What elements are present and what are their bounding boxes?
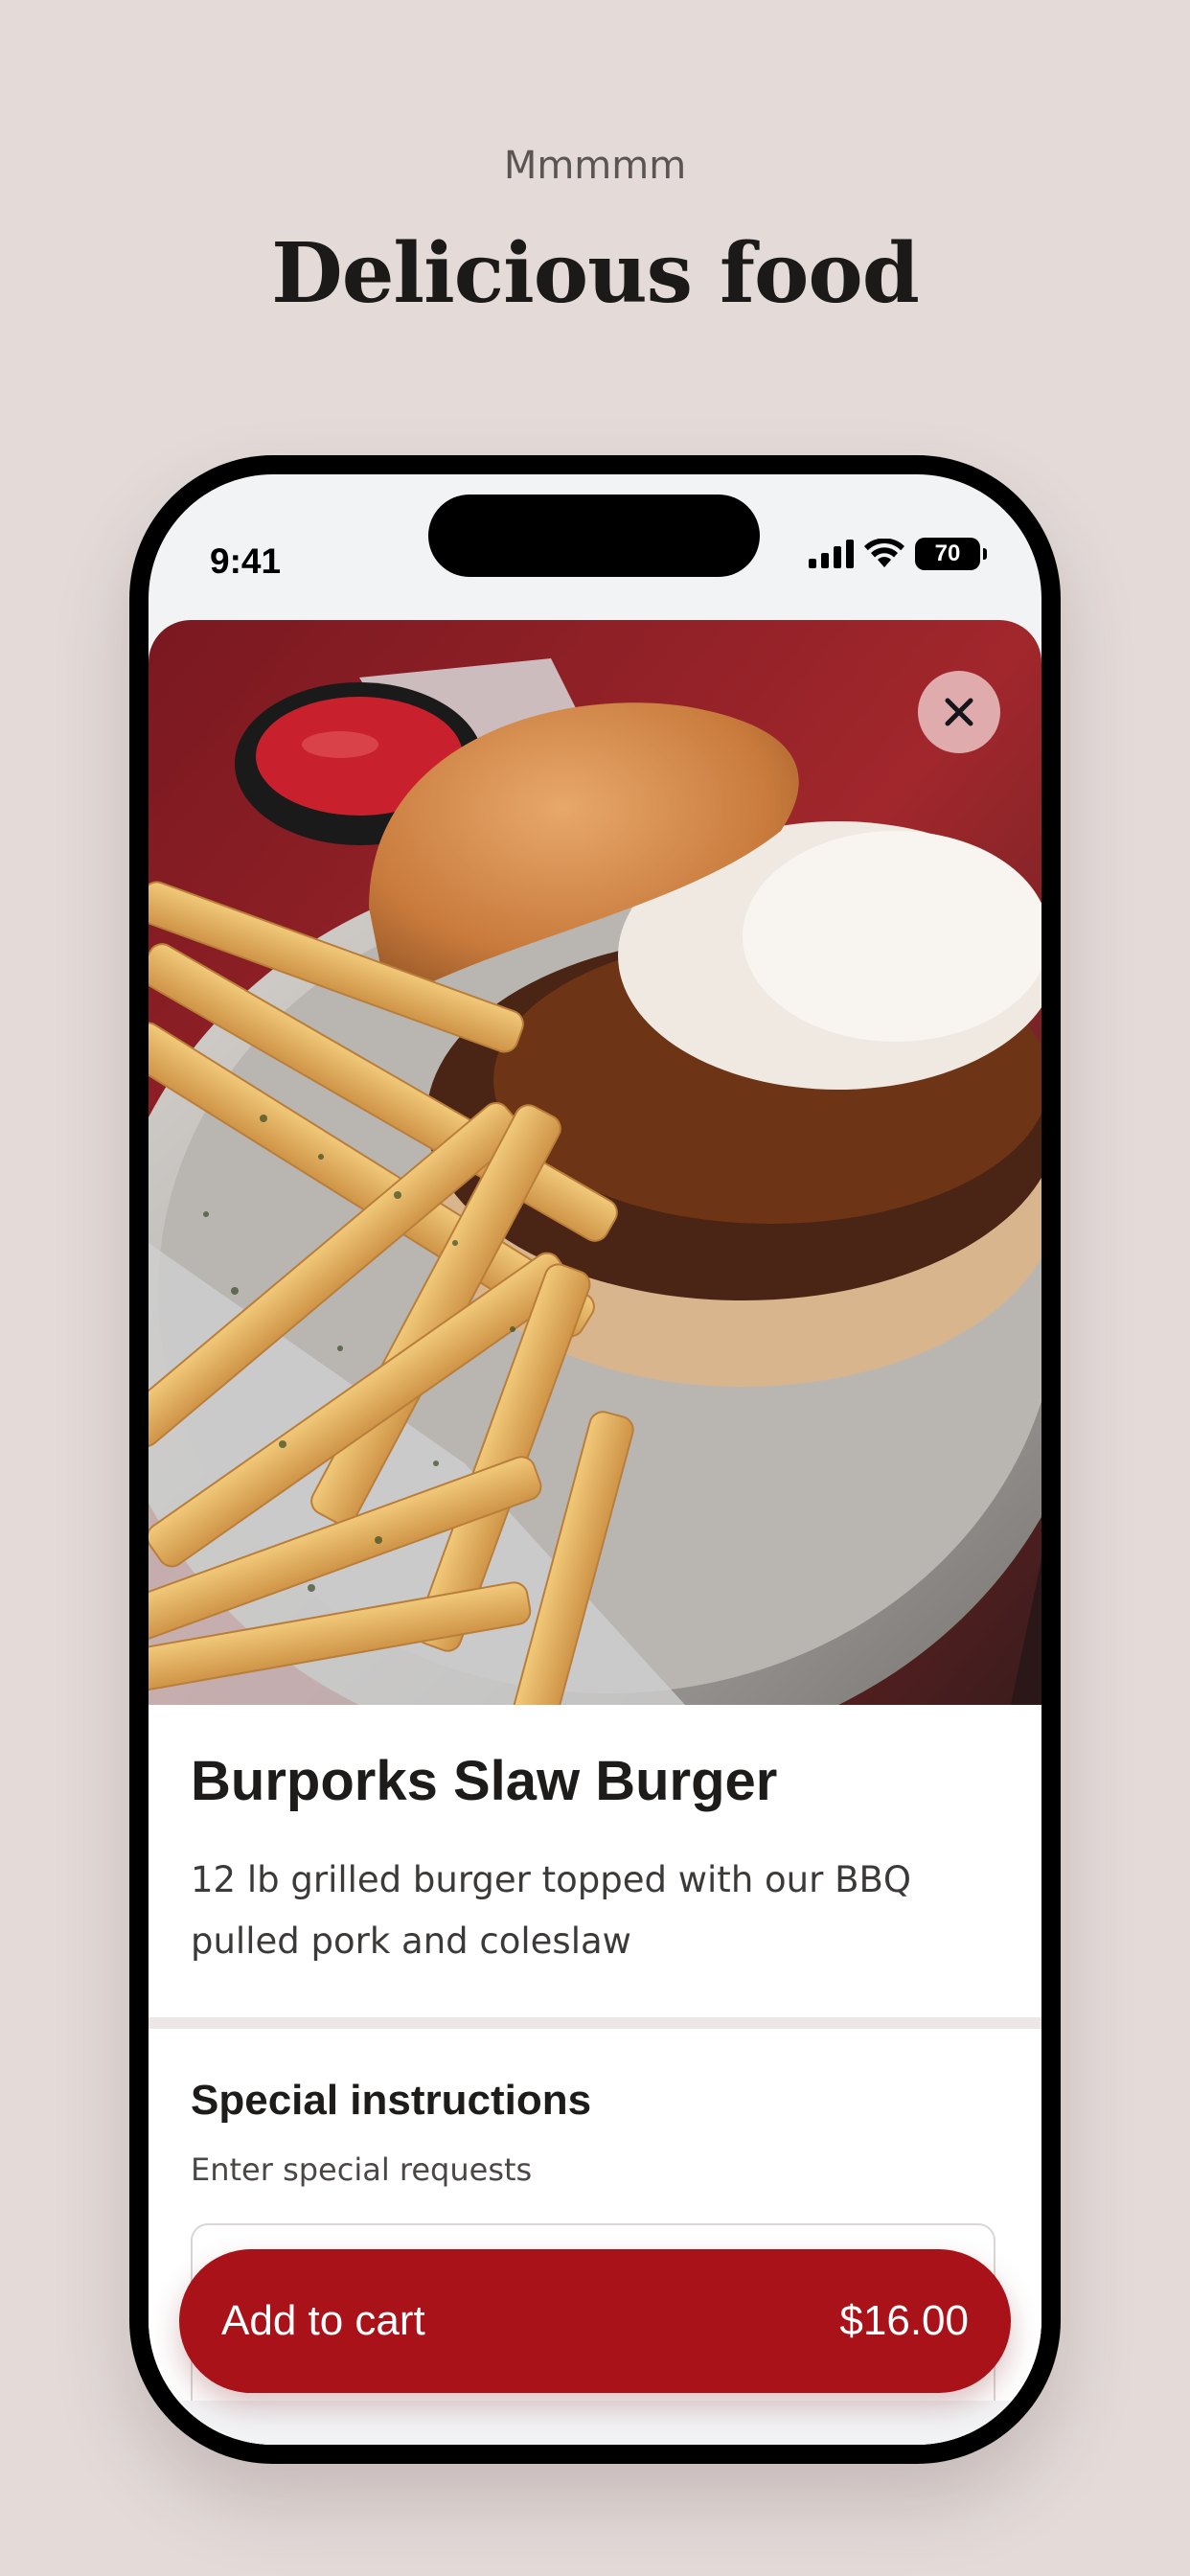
item-description: 12 lb grilled burger topped with our BBQ… [191, 1859, 911, 1962]
wifi-icon [864, 539, 904, 567]
special-instructions-subtitle: Enter special requests [191, 2151, 533, 2188]
marketing-headline: Delicious food [271, 225, 920, 322]
status-time: 9:41 [210, 541, 282, 581]
add-to-cart-label: Add to cart [221, 2297, 425, 2344]
close-icon [945, 698, 973, 726]
phone-screen: 9:41 70 Burporks Slaw Burger 12 lb grill… [149, 474, 1041, 2445]
phone-frame: 9:41 70 Burporks Slaw Burger 12 lb grill… [129, 455, 1061, 2464]
battery-icon: 70 [915, 538, 987, 570]
marketing-eyebrow: Mmmmm [503, 144, 687, 188]
close-button[interactable] [918, 671, 1000, 753]
section-divider [149, 2017, 1041, 2029]
status-icons: 70 [809, 530, 987, 578]
dynamic-island [428, 494, 760, 577]
add-to-cart-price: $16.00 [839, 2297, 969, 2344]
item-photo [149, 620, 1041, 1705]
add-to-cart-button[interactable]: Add to cart $16.00 [179, 2249, 1011, 2393]
special-instructions-title: Special instructions [191, 2077, 592, 2124]
item-title: Burporks Slaw Burger [191, 1750, 778, 1812]
home-indicator-area [149, 2401, 1041, 2445]
item-sheet: Burporks Slaw Burger 12 lb grilled burge… [149, 620, 1041, 2445]
signal-icon [809, 540, 854, 568]
